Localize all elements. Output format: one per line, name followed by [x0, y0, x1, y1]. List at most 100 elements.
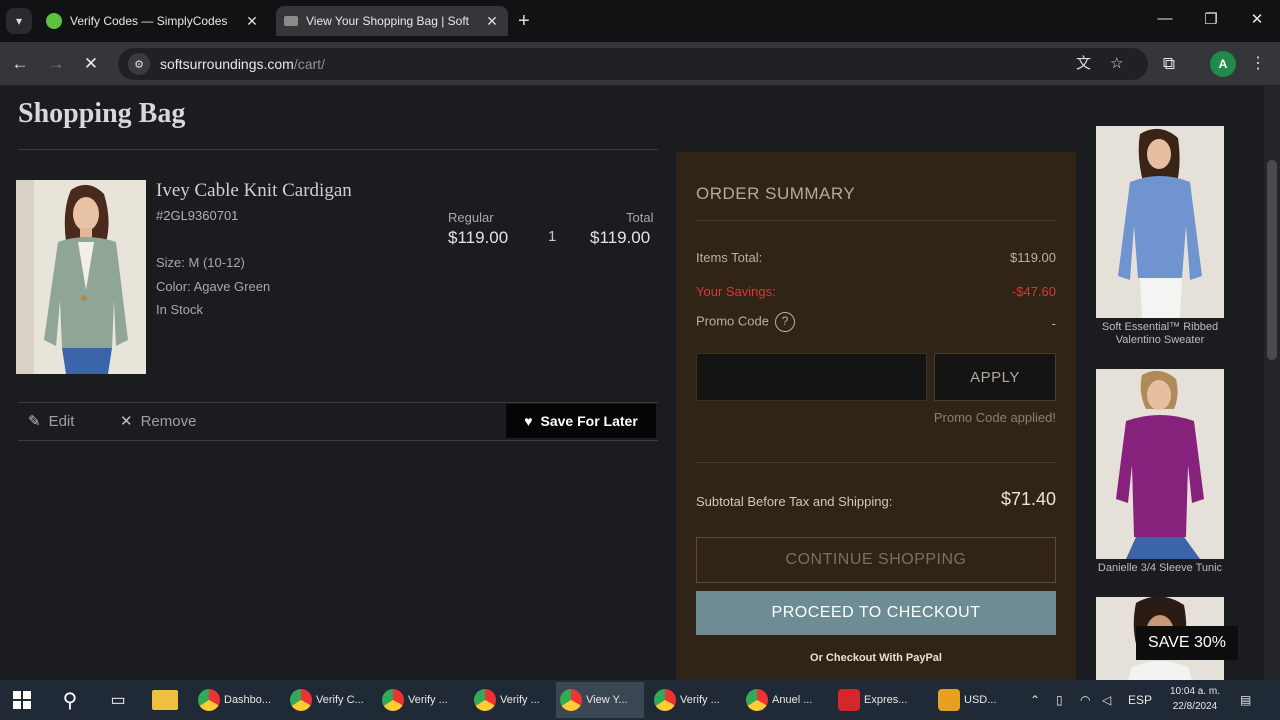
edit-label: Edit	[48, 412, 75, 430]
save-for-later-label: Save For Later	[540, 413, 638, 429]
back-arrow-icon[interactable]: ←	[9, 53, 31, 75]
subtotal-label: Subtotal Before Tax and Shipping:	[696, 494, 893, 509]
taskbar-app-label: Verify ...	[500, 694, 540, 706]
tab-title: Verify Codes — SimplyCodes	[70, 14, 228, 28]
stop-loading-icon[interactable]: ✕	[80, 53, 102, 75]
simplycodes-favicon-icon	[46, 13, 62, 29]
paypal-checkout-link[interactable]: Or Checkout With PayPal	[676, 652, 1076, 664]
minimize-button[interactable]: —	[1150, 10, 1180, 27]
taskbar-app-label: Verify C...	[316, 694, 364, 706]
new-tab-button[interactable]: +	[518, 10, 530, 33]
file-explorer-icon[interactable]	[152, 690, 178, 710]
recommendation-label-2[interactable]: Danielle 3/4 Sleeve Tunic	[1092, 562, 1228, 575]
taskbar-app-label: Anuel ...	[772, 694, 813, 706]
recommendation-image-2[interactable]	[1096, 369, 1224, 559]
stock-status: In Stock	[156, 302, 203, 317]
profile-avatar[interactable]: A	[1210, 51, 1236, 77]
taskbar-app-chrome-active[interactable]: View Y...	[556, 682, 644, 718]
wifi-icon[interactable]: ◠	[1080, 680, 1090, 720]
total-price-label: Total	[626, 210, 654, 225]
clock-time: 10:04 a. m.	[1169, 686, 1221, 697]
address-bar[interactable]: ⚙ softsurroundings.com /cart/ 文 ☆	[118, 48, 1148, 80]
tab-close-icon[interactable]: ✕	[244, 13, 260, 30]
taskbar-app-chrome[interactable]: Verify ...	[470, 682, 556, 718]
taskbar-app-label: Verify ...	[680, 694, 720, 706]
purple-tunic-model-image	[1096, 369, 1224, 559]
recommendation-label-1[interactable]: Soft Essential™ Ribbed Valentino Sweater	[1092, 321, 1228, 347]
regular-price-label: Regular	[448, 210, 494, 225]
site-settings-icon[interactable]: ⚙	[128, 53, 150, 75]
express-vpn-icon	[838, 689, 860, 711]
browser-menu-icon[interactable]: ⋮	[1250, 53, 1266, 73]
tab-verify-codes[interactable]: Verify Codes — SimplyCodes ✕	[38, 6, 268, 36]
restore-button[interactable]: ❐	[1196, 10, 1226, 28]
taskbar-app-chrome[interactable]: Verify ...	[650, 682, 736, 718]
blue-sweater-model-image	[1096, 126, 1224, 318]
tab-shopping-bag[interactable]: View Your Shopping Bag | Soft ✕	[276, 6, 508, 36]
promo-code-label: Promo Code	[696, 313, 769, 329]
loading-favicon-icon	[284, 16, 298, 26]
pencil-icon: ✎	[28, 413, 41, 430]
search-icon[interactable]: ⚲	[58, 688, 82, 712]
forward-arrow-icon[interactable]: →	[45, 53, 67, 75]
proceed-to-checkout-button[interactable]: PROCEED TO CHECKOUT	[696, 591, 1056, 635]
browser-toolbar: ← → ✕ ⚙ softsurroundings.com /cart/ 文 ☆ …	[0, 42, 1280, 86]
savings-label: Your Savings:	[696, 284, 776, 299]
tab-title: View Your Shopping Bag | Soft	[306, 14, 470, 28]
promo-code-input[interactable]	[696, 353, 927, 401]
close-icon: ✕	[120, 413, 133, 430]
divider	[18, 149, 658, 150]
subtotal-value: $71.40	[1000, 489, 1056, 509]
browser-tab-strip: ▾ Verify Codes — SimplyCodes ✕ View Your…	[0, 0, 1280, 42]
product-image[interactable]	[16, 180, 146, 374]
taskbar-app-chrome[interactable]: Verify C...	[286, 682, 372, 718]
currency-app-icon	[938, 689, 960, 711]
product-size: Size: M (10-12)	[156, 255, 245, 270]
product-name-link[interactable]: Ivey Cable Knit Cardigan	[156, 180, 352, 202]
taskbar-app-label: USD...	[964, 694, 997, 706]
quantity-value[interactable]: 1	[548, 228, 556, 245]
network-icon[interactable]: ▯	[1056, 680, 1063, 720]
scrollbar-thumb[interactable]	[1267, 160, 1277, 360]
tray-chevron-up-icon[interactable]: ⌃	[1030, 680, 1040, 720]
taskbar-app-express[interactable]: Expres...	[834, 682, 920, 718]
close-window-button[interactable]: ✕	[1242, 10, 1272, 28]
url-path: /cart/	[293, 56, 325, 72]
windows-start-icon[interactable]	[10, 688, 34, 712]
help-icon[interactable]: ?	[774, 312, 795, 332]
remove-button[interactable]: ✕ Remove	[120, 412, 196, 431]
order-summary-title: ORDER SUMMARY	[696, 184, 856, 203]
bookmark-star-icon[interactable]: ☆	[1110, 48, 1123, 80]
apply-promo-button[interactable]: APPLY	[934, 353, 1056, 401]
windows-taskbar: ⚲ ▭ Dashbo... Verify C... Verify ... Ver…	[0, 680, 1280, 720]
system-clock[interactable]: 10:04 a. m. 22/8/2024	[1160, 684, 1230, 714]
clock-date: 22/8/2024	[1172, 701, 1218, 712]
tab-close-icon[interactable]: ✕	[484, 13, 500, 30]
taskbar-app-label: Verify ...	[408, 694, 448, 706]
continue-shopping-button[interactable]: CONTINUE SHOPPING	[696, 537, 1056, 583]
translate-icon[interactable]: 文	[1076, 48, 1091, 80]
task-view-icon[interactable]: ▭	[106, 688, 130, 712]
recommendation-image-1[interactable]	[1096, 126, 1224, 318]
chrome-icon	[746, 689, 768, 711]
taskbar-app-chrome[interactable]: Anuel ...	[742, 682, 828, 718]
edit-button[interactable]: ✎ Edit	[28, 412, 75, 431]
language-indicator[interactable]: ESP	[1128, 680, 1152, 720]
chrome-icon	[290, 689, 312, 711]
save-for-later-button[interactable]: ♥ Save For Later	[506, 404, 656, 438]
product-color: Color: Agave Green	[156, 279, 271, 294]
tab-search-button[interactable]: ▾	[6, 8, 32, 34]
divider	[18, 402, 658, 403]
chrome-icon	[198, 689, 220, 711]
volume-icon[interactable]: ◁	[1102, 680, 1111, 720]
extensions-puzzle-icon[interactable]: ⧉	[1158, 53, 1180, 75]
notification-center-icon[interactable]: ▤	[1240, 680, 1251, 720]
regular-price: $119.00	[448, 228, 509, 247]
taskbar-app-chrome[interactable]: Verify ...	[378, 682, 464, 718]
taskbar-app-label: View Y...	[586, 694, 628, 706]
save-percent-badge[interactable]: SAVE 30%	[1136, 626, 1238, 660]
taskbar-app-currency[interactable]: USD...	[934, 682, 1012, 718]
promo-code-value: -	[1051, 316, 1056, 331]
taskbar-app-chrome[interactable]: Dashbo...	[194, 682, 280, 718]
page-content: Shopping Bag Ivey Cable Knit Cardigan #2…	[0, 86, 1264, 680]
